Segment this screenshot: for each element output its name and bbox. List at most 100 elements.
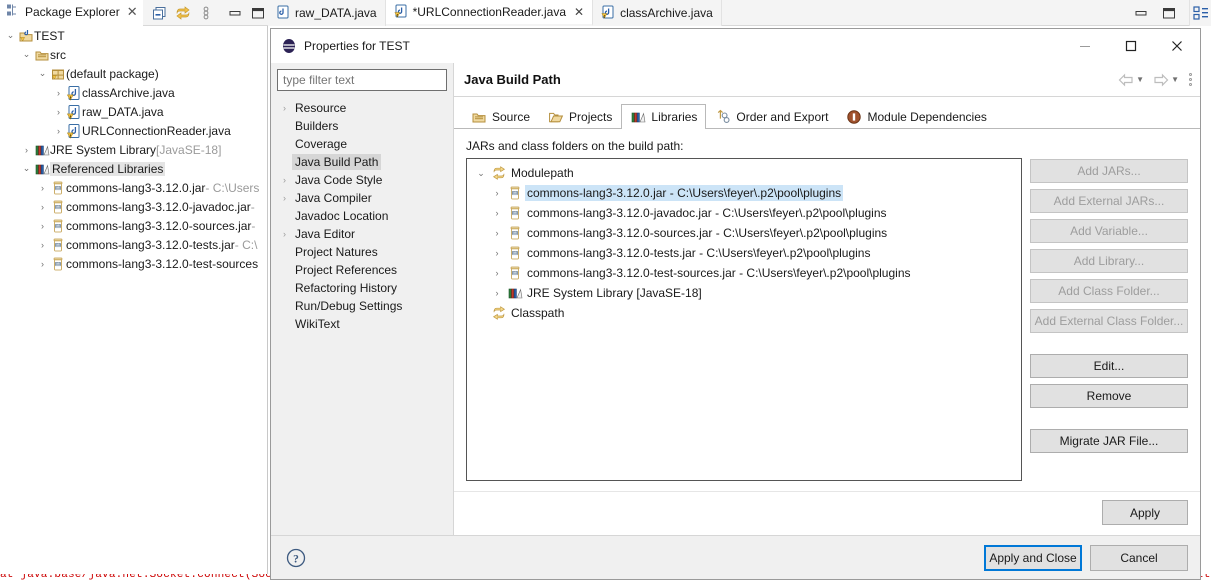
chevron-right-icon[interactable]: ›	[277, 193, 292, 203]
build-path-entry[interactable]: › 010 commons-lang3-3.12.0-test-sources.ja…	[469, 263, 1019, 283]
chevron-down-icon[interactable]: ▼	[1171, 75, 1179, 84]
preference-page-item[interactable]: Refactoring History	[277, 279, 447, 297]
tab-package-explorer[interactable]: Package Explorer ✕	[0, 0, 143, 26]
preference-page-item[interactable]: Coverage	[277, 135, 447, 153]
chevron-right-icon[interactable]: ›	[489, 208, 505, 218]
back-arrow-icon[interactable]: ▼	[1118, 73, 1144, 87]
chevron-down-icon[interactable]: ▼	[1136, 75, 1144, 84]
chevron-right-icon[interactable]: ›	[277, 103, 292, 113]
build-path-entry-label: commons-lang3-3.12.0-sources.jar - C:\Us…	[527, 226, 888, 240]
close-icon[interactable]: ✕	[574, 5, 584, 19]
explorer-tree-item[interactable]: › JRE System Library [JavaSE-18]	[0, 140, 267, 159]
preference-page-item[interactable]: Builders	[277, 117, 447, 135]
editor-tab-classarchive[interactable]: classArchive.java	[593, 0, 722, 26]
remove-button[interactable]: Remove	[1030, 384, 1188, 408]
build-path-entry[interactable]: › 010 commons-lang3-3.12.0.jar - C:\Users\…	[469, 183, 1019, 203]
tab-projects[interactable]: Projects	[539, 104, 621, 128]
preference-page-item[interactable]: Project References	[277, 261, 447, 279]
explorer-tree-item[interactable]: ⌄ src	[0, 45, 267, 64]
package-explorer-tree[interactable]: ⌄ TEST ⌄ src ⌄ (default package) › classArchive…	[0, 26, 268, 580]
chevron-down-icon[interactable]: ⌄	[20, 163, 33, 174]
maximize-icon[interactable]	[1161, 5, 1177, 21]
explorer-tree-item[interactable]: › 010 commons-lang3-3.12.0-sources.jar -	[0, 216, 267, 235]
explorer-tree-item[interactable]: › 010 commons-lang3-3.12.0.jar - C:\Users	[0, 178, 267, 197]
dialog-page-tree-pane: ›ResourceBuildersCoverageJava Build Path…	[271, 63, 453, 535]
chevron-right-icon[interactable]: ›	[277, 175, 292, 185]
preference-page-item[interactable]: › Java Code Style	[277, 171, 447, 189]
editor-tab-raw-data[interactable]: raw_DATA.java	[268, 0, 386, 26]
build-path-list[interactable]: ⌄ Modulepath › 010 commons-lang3-3.12.0.jar …	[466, 158, 1022, 481]
minimize-icon[interactable]	[227, 5, 243, 21]
migrate-jar-file-button[interactable]: Migrate JAR File...	[1030, 429, 1188, 453]
chevron-down-icon[interactable]: ⌄	[473, 168, 489, 179]
build-path-entry[interactable]: › JRE System Library [JavaSE-18]	[469, 283, 1019, 303]
tab-order-and-export[interactable]: Order and Export	[706, 104, 837, 128]
maximize-icon[interactable]	[250, 5, 266, 21]
view-menu-icon[interactable]	[198, 5, 214, 21]
chevron-right-icon[interactable]: ›	[36, 202, 49, 212]
chevron-down-icon[interactable]: ⌄	[36, 68, 49, 79]
chevron-right-icon[interactable]: ›	[489, 228, 505, 238]
explorer-tree-item[interactable]: ⌄ TEST	[0, 26, 267, 45]
chevron-right-icon[interactable]: ›	[489, 288, 505, 298]
maximize-button[interactable]	[1108, 29, 1154, 63]
preference-page-item[interactable]: Javadoc Location	[277, 207, 447, 225]
chevron-right-icon[interactable]: ›	[489, 248, 505, 258]
build-path-entry[interactable]: › 010 commons-lang3-3.12.0-tests.jar - C:\…	[469, 243, 1019, 263]
outline-view-icon[interactable]	[1189, 0, 1211, 26]
preference-page-tree[interactable]: › Resource Builders Coverage Java Build Path…	[277, 99, 447, 333]
explorer-tree-item[interactable]: › raw_DATA.java	[0, 102, 267, 121]
apply-and-close-button[interactable]: Apply and Close	[984, 544, 1082, 571]
preference-page-item[interactable]: Project Natures	[277, 243, 447, 261]
chevron-right-icon[interactable]: ›	[36, 240, 49, 250]
chevron-right-icon[interactable]: ›	[277, 229, 292, 239]
build-path-entry[interactable]: › 010 commons-lang3-3.12.0-javadoc.jar - C…	[469, 203, 1019, 223]
chevron-right-icon[interactable]: ›	[52, 126, 65, 136]
explorer-tree-item[interactable]: › 010 commons-lang3-3.12.0-test-sources	[0, 254, 267, 273]
chevron-right-icon[interactable]: ›	[52, 88, 65, 98]
close-icon[interactable]: ✕	[127, 5, 138, 18]
explorer-tree-item[interactable]: ⌄ Referenced Libraries	[0, 159, 267, 178]
preference-page-item[interactable]: WikiText	[277, 315, 447, 333]
explorer-tree-item[interactable]: › URLConnectionReader.java	[0, 121, 267, 140]
dialog-footer: ? Apply and Close Cancel	[271, 535, 1200, 579]
chevron-right-icon[interactable]: ›	[36, 221, 49, 231]
editor-tab-urlconnectionreader[interactable]: *URLConnectionReader.java ✕	[385, 0, 594, 26]
preference-page-item[interactable]: › Java Compiler	[277, 189, 447, 207]
build-path-entry[interactable]: › 010 commons-lang3-3.12.0-sources.jar - C…	[469, 223, 1019, 243]
explorer-tree-item[interactable]: › 010 commons-lang3-3.12.0-javadoc.jar -	[0, 197, 267, 216]
chevron-right-icon[interactable]: ›	[52, 107, 65, 117]
explorer-item-label: Referenced Libraries	[50, 161, 166, 176]
tab-module-dependencies[interactable]: Module Dependencies	[837, 104, 995, 128]
chevron-right-icon[interactable]: ›	[36, 183, 49, 193]
link-with-editor-icon[interactable]	[175, 5, 191, 21]
build-path-entry[interactable]: ⌄ Modulepath	[469, 163, 1019, 183]
forward-arrow-icon[interactable]: ▼	[1153, 73, 1179, 87]
collapse-all-icon[interactable]	[152, 5, 168, 21]
build-path-entry[interactable]: Classpath	[469, 303, 1019, 323]
preference-page-item[interactable]: Run/Debug Settings	[277, 297, 447, 315]
edit-button[interactable]: Edit...	[1030, 354, 1188, 378]
chevron-down-icon[interactable]: ⌄	[20, 49, 33, 60]
minimize-button[interactable]	[1062, 29, 1108, 63]
tab-source[interactable]: Source	[462, 104, 539, 128]
chevron-down-icon[interactable]: ⌄	[4, 30, 17, 41]
apply-button[interactable]: Apply	[1102, 500, 1188, 525]
filter-input[interactable]	[277, 69, 447, 91]
close-button[interactable]	[1154, 29, 1200, 63]
explorer-tree-item[interactable]: ⌄ (default package)	[0, 64, 267, 83]
chevron-right-icon[interactable]: ›	[489, 268, 505, 278]
help-icon[interactable]: ?	[285, 547, 307, 569]
tab-libraries[interactable]: Libraries	[621, 104, 707, 129]
chevron-right-icon[interactable]: ›	[36, 259, 49, 269]
chevron-right-icon[interactable]: ›	[20, 145, 33, 155]
preference-page-item[interactable]: › Resource	[277, 99, 447, 117]
chevron-right-icon[interactable]: ›	[489, 188, 505, 198]
minimize-icon[interactable]	[1133, 5, 1149, 21]
explorer-tree-item[interactable]: › 010 commons-lang3-3.12.0-tests.jar - C:\	[0, 235, 267, 254]
preference-page-item[interactable]: › Java Editor	[277, 225, 447, 243]
view-menu-icon[interactable]	[1189, 73, 1192, 86]
explorer-tree-item[interactable]: › classArchive.java	[0, 83, 267, 102]
cancel-button[interactable]: Cancel	[1090, 544, 1188, 571]
preference-page-item[interactable]: Java Build Path	[277, 153, 447, 171]
